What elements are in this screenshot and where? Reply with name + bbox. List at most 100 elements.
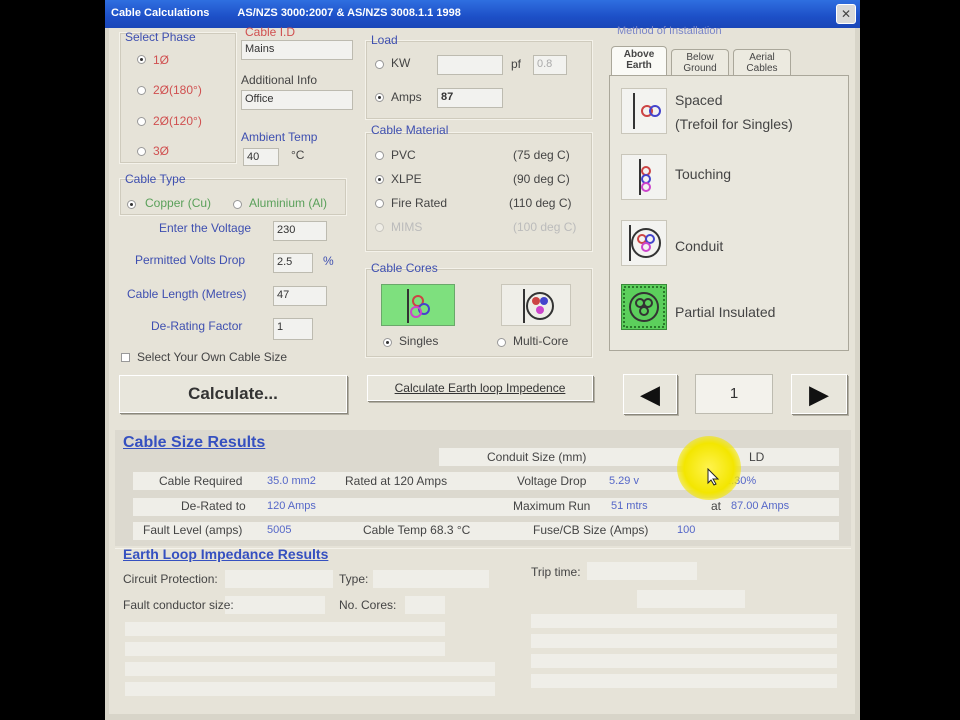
- tab-aerial-cables[interactable]: Aerial Cables: [733, 49, 791, 75]
- select-phase-group: [119, 32, 237, 164]
- spaced-icon[interactable]: [621, 88, 667, 134]
- phase-3-label: 3Ø: [153, 144, 170, 158]
- kw-label: KW: [391, 56, 411, 70]
- prev-button[interactable]: ◀: [623, 374, 677, 414]
- aluminium-label: Aluminium (Al): [249, 196, 328, 210]
- next-button[interactable]: ▶: [791, 374, 847, 414]
- xlpe-label: XLPE: [391, 172, 422, 186]
- client-area: Select Phase 1Ø 2Ø(180°) 2Ø(120°) 3Ø Cab…: [109, 25, 855, 714]
- blank-row-8: [531, 674, 837, 688]
- amps-input[interactable]: 87: [437, 88, 503, 108]
- own-size-checkbox[interactable]: [121, 353, 130, 362]
- no-cores-field: [405, 596, 445, 614]
- phase-3-radio[interactable]: [137, 147, 146, 156]
- voltage-input[interactable]: 230: [273, 221, 327, 241]
- volts-drop-label: Permitted Volts Drop: [135, 253, 246, 267]
- title-bar[interactable]: Cable Calculations AS/NZS 3000:2007 & AS/…: [105, 0, 860, 28]
- kw-input[interactable]: [437, 55, 503, 75]
- pvc-radio[interactable]: [375, 151, 384, 160]
- ld-label: LD: [749, 450, 765, 464]
- conduit-label: Conduit Size (mm): [487, 450, 587, 464]
- volts-drop-unit: %: [323, 254, 334, 268]
- singles-radio[interactable]: [383, 338, 392, 347]
- mims-label: MIMS: [391, 220, 423, 234]
- touching-icon[interactable]: [621, 154, 667, 200]
- circuit-protection-field: [225, 570, 333, 588]
- page-number: 1: [695, 374, 773, 414]
- fault-conductor-label: Fault conductor size:: [123, 598, 234, 612]
- cable-required-label: Cable Required: [159, 474, 243, 488]
- load-label: Load: [371, 33, 398, 47]
- trefoil-label: (Trefoil for Singles): [675, 116, 793, 132]
- tab-above-earth[interactable]: Above Earth: [611, 46, 667, 76]
- type-label: Type:: [339, 572, 369, 586]
- multicore-label: Multi-Core: [513, 334, 569, 348]
- trip-time-field: [587, 562, 697, 580]
- pf-input[interactable]: 0.8: [533, 55, 567, 75]
- phase-1-label: 1Ø: [153, 53, 170, 67]
- derated-label: De-Rated to: [181, 499, 246, 513]
- copper-radio[interactable]: [127, 200, 136, 209]
- blank-row-2: [125, 642, 445, 656]
- max-run-label: Maximum Run: [513, 499, 591, 513]
- blank-row-3: [125, 662, 495, 676]
- singles-icon[interactable]: [381, 284, 455, 326]
- at-value: 87.00 Amps: [731, 500, 790, 512]
- load-group: [365, 40, 593, 120]
- cable-material-label: Cable Material: [371, 123, 449, 137]
- phase-2-180-radio[interactable]: [137, 86, 146, 95]
- phase-2-120-radio[interactable]: [137, 117, 146, 126]
- cable-id-input[interactable]: Mains: [241, 40, 353, 60]
- singles-label: Singles: [399, 334, 439, 348]
- select-phase-label: Select Phase: [125, 30, 196, 44]
- cable-cores-label: Cable Cores: [371, 261, 438, 275]
- xlpe-radio[interactable]: [375, 175, 384, 184]
- volts-drop-input[interactable]: 2.5: [273, 253, 313, 273]
- fire-rated-radio[interactable]: [375, 199, 384, 208]
- fault-conductor-field: [225, 596, 325, 614]
- cable-id-label: Cable I.D: [245, 25, 296, 39]
- partial-insulated-icon[interactable]: [621, 284, 667, 330]
- installation-label: Method of Installation: [617, 25, 722, 37]
- derating-label: De-Rating Factor: [151, 319, 243, 333]
- rated-at: Rated at 120 Amps: [345, 474, 448, 488]
- mims-radio[interactable]: [375, 223, 384, 232]
- max-run-value: 51 mtrs: [611, 500, 648, 512]
- voltage-drop-label: Voltage Drop: [517, 474, 587, 488]
- additional-info-input[interactable]: Office: [241, 90, 353, 110]
- calculate-button[interactable]: Calculate...: [119, 375, 347, 413]
- ambient-temp-input[interactable]: 40: [243, 148, 279, 166]
- amps-radio[interactable]: [375, 93, 384, 102]
- phase-1-radio[interactable]: [137, 55, 146, 64]
- aluminium-radio[interactable]: [233, 200, 242, 209]
- cable-required-value: 35.0 mm2: [267, 475, 316, 487]
- conduit-icon[interactable]: [621, 220, 667, 266]
- at-label: at: [711, 499, 722, 513]
- circuit-protection-label: Circuit Protection:: [123, 572, 218, 586]
- trip-time-label: Trip time:: [531, 565, 581, 579]
- length-input[interactable]: 47: [273, 286, 327, 306]
- blank-row-1: [125, 622, 445, 636]
- amps-label: Amps: [391, 90, 422, 104]
- type-field: [373, 570, 489, 588]
- window-title: Cable Calculations AS/NZS 3000:2007 & AS/…: [111, 7, 461, 19]
- tab-below-ground[interactable]: Below Ground: [671, 49, 729, 75]
- derating-input[interactable]: 1: [273, 318, 313, 340]
- voltage-drop-value: 5.29 v: [609, 475, 639, 487]
- multicore-radio[interactable]: [497, 338, 506, 347]
- earth-loop-title: Earth Loop Impedance Results: [123, 546, 329, 562]
- cable-temp: Cable Temp 68.3 °C: [363, 523, 471, 537]
- trip-time-field-2: [637, 590, 745, 608]
- earth-loop-button[interactable]: Calculate Earth loop Impedence: [367, 375, 593, 401]
- fault-value: 5005: [267, 524, 292, 536]
- mims-temp: (100 deg C): [513, 220, 577, 234]
- kw-radio[interactable]: [375, 60, 384, 69]
- fault-label: Fault Level (amps): [143, 523, 243, 537]
- xlpe-temp: (90 deg C): [513, 172, 570, 186]
- fuse-value: 100: [677, 524, 696, 536]
- partial-insulated-label: Partial Insulated: [675, 304, 776, 320]
- close-button[interactable]: ✕: [836, 4, 856, 24]
- multicore-icon[interactable]: [501, 284, 571, 326]
- no-cores-label: No. Cores:: [339, 598, 397, 612]
- spaced-label: Spaced: [675, 92, 723, 108]
